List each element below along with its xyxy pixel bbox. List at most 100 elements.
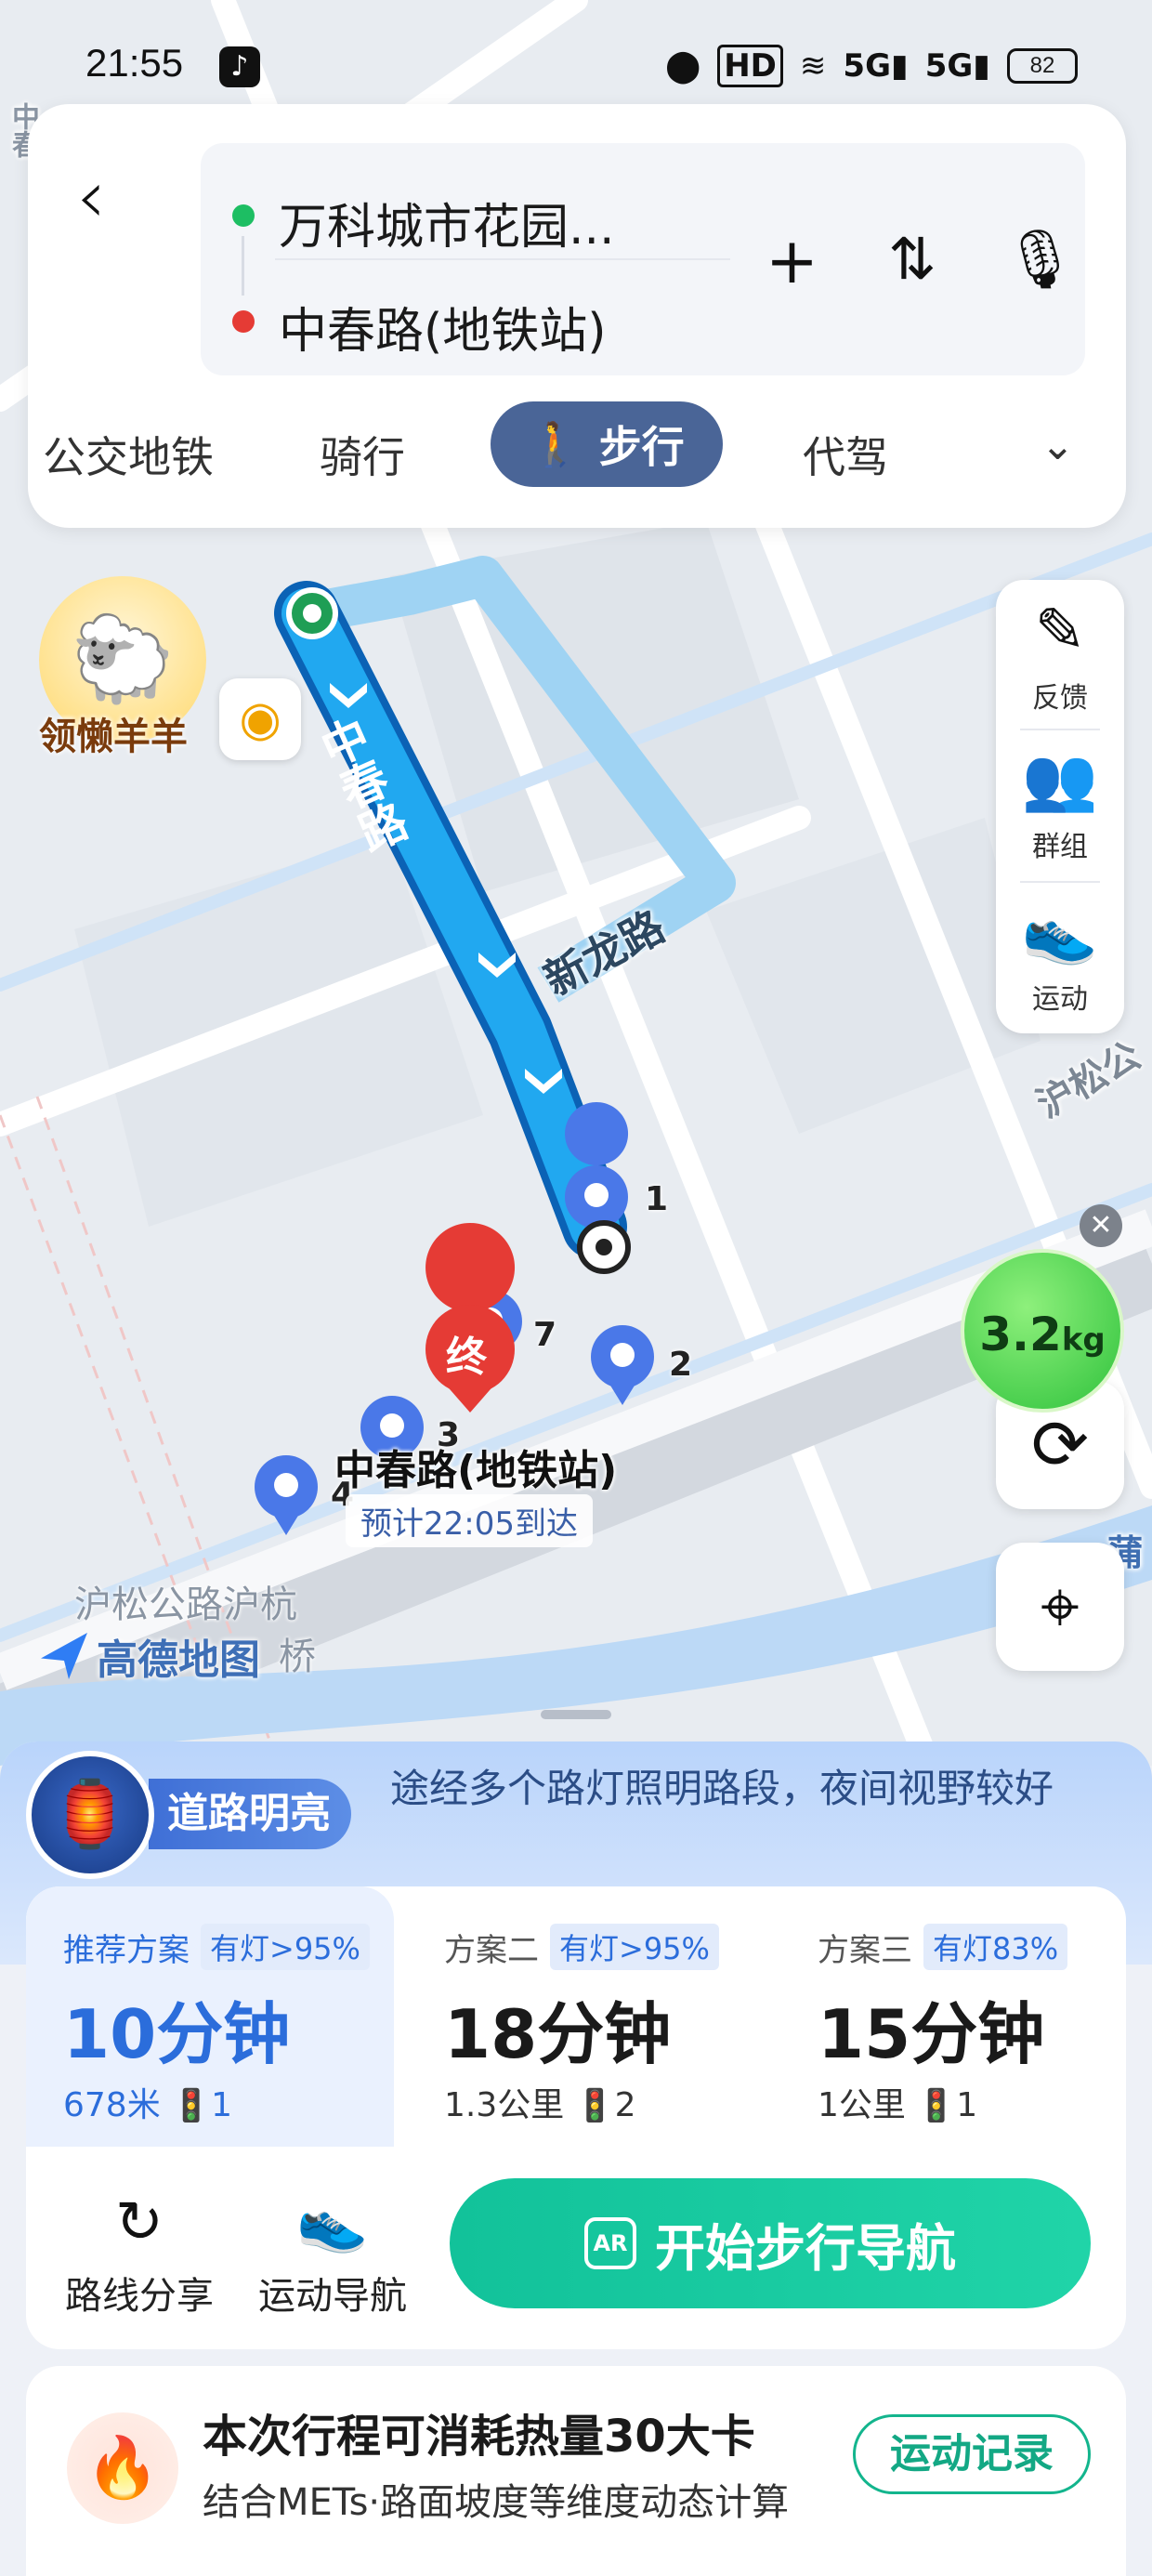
plan-name: 方案二: [444, 1931, 539, 1969]
plan-name: 推荐方案: [63, 1931, 190, 1969]
traffic-light-icon: 🚦: [916, 2087, 957, 2124]
tiktok-icon: ♪: [219, 46, 260, 87]
destination-name[interactable]: 中春路(地铁站): [334, 1437, 617, 1496]
plan-distance: 1公里: [818, 2086, 906, 2124]
route-sheet: 道路明亮 🏮 途经多个路灯照明路段，夜间视野较好 推荐方案 有灯>95% 10分…: [0, 1741, 1152, 2576]
plan-distance: 1.3公里: [444, 2086, 565, 2124]
plan-header: 推荐方案 有灯>95%: [63, 1924, 370, 1970]
walking-icon: 🚶: [529, 418, 583, 469]
amap-logo-text: 高德地图: [97, 1636, 260, 1684]
travel-mode-tabs: 公交地铁 骑行 🚶 步行 代驾 ⌄: [28, 401, 1126, 504]
destination-field[interactable]: 中春路(地铁站): [279, 292, 607, 361]
chevron-left-icon: ‹: [76, 153, 106, 240]
sport-label: 运动: [1032, 983, 1088, 1016]
start-walking-navigation-button[interactable]: AR 开始步行导航: [450, 2178, 1091, 2308]
locate-me-button[interactable]: ⌖: [996, 1543, 1124, 1671]
tab-walk-label: 步行: [598, 422, 685, 472]
sport-button[interactable]: 👟 运动: [996, 901, 1124, 1017]
bridge-label-line2: 桥: [279, 1636, 316, 1678]
feedback-label: 反馈: [1032, 682, 1088, 715]
plan-meta: 1.3公里 🚦2: [444, 2078, 636, 2126]
plan-lights: 1: [956, 2086, 978, 2124]
flame-icon: 🔥: [67, 2412, 178, 2524]
locate-icon: ⌖: [1041, 1567, 1080, 1647]
microphone-icon[interactable]: 🎙: [1003, 230, 1077, 288]
amap-logo-icon: [41, 1633, 87, 1679]
tab-transit[interactable]: 公交地铁: [43, 424, 214, 485]
eco-value: 3.2: [979, 1308, 1062, 1361]
exercise-record-button[interactable]: 运动记录: [853, 2414, 1091, 2494]
chevron-down-icon[interactable]: ⌄: [1041, 422, 1075, 469]
status-icons: ⬤ HD ≋ 5G▮ 5G▮ 82: [665, 45, 1078, 87]
swap-icon[interactable]: ⇅: [888, 230, 936, 288]
map-side-toolbar: ✎ 反馈 👥 群组 👟 运动: [996, 580, 1124, 1033]
share-icon: ↻: [115, 2188, 164, 2255]
running-shoe-icon: 👟: [1021, 896, 1099, 967]
running-shoe-icon: 👟: [296, 2188, 369, 2255]
tab-driver[interactable]: 代驾: [803, 424, 888, 485]
plan-option-1[interactable]: 推荐方案 有灯>95% 10分钟 678米 🚦1: [26, 1886, 394, 2147]
end-marker-label: 终: [446, 1334, 487, 1381]
plan-meta: 678米 🚦1: [63, 2078, 232, 2126]
calorie-subtitle: 结合METs·路面坡度等维度动态计算: [203, 2481, 790, 2524]
refresh-icon: ⟳: [1030, 1405, 1089, 1485]
route-input-box: 万科城市花园... 中春路(地铁站) + ⇅ 🎙: [201, 143, 1085, 375]
street-lamp-icon: 🏮: [26, 1751, 154, 1879]
sheet-drag-handle[interactable]: [541, 1710, 611, 1719]
plan-meta: 1公里 🚦1: [818, 2078, 977, 2126]
status-time: 21:55: [85, 41, 184, 85]
start-button-label: 开始步行导航: [655, 2218, 956, 2278]
plan-header: 方案二 有灯>95%: [444, 1924, 719, 1970]
tab-bike[interactable]: 骑行: [320, 424, 405, 485]
plan-name: 方案三: [818, 1931, 912, 1969]
lighting-title: 道路明亮: [149, 1779, 351, 1849]
tab-walk[interactable]: 🚶 步行: [491, 401, 723, 487]
group-button[interactable]: 👥 群组: [996, 749, 1124, 864]
traffic-light-icon: 🚦: [171, 2087, 212, 2124]
plan-duration: 10分钟: [63, 1995, 291, 2073]
plan-distance: 678米: [63, 2086, 161, 2124]
sport-navigation-button[interactable]: 👟 运动导航: [249, 2193, 416, 2320]
plan-duration: 15分钟: [818, 1995, 1045, 2073]
end-dot: [232, 310, 255, 333]
tool-divider: [1020, 881, 1100, 883]
bridge-label-line1: 沪松公路沪杭: [74, 1584, 297, 1626]
plan-light-tag: 有灯>95%: [550, 1924, 719, 1970]
carbon-saving-badge[interactable]: 3.2kg: [961, 1249, 1124, 1413]
location-icon: ⬤: [665, 47, 701, 85]
origin-field[interactable]: 万科城市花园...: [279, 188, 615, 257]
plan-option-2[interactable]: 方案二 有灯>95% 18分钟 1.3公里 🚦2: [407, 1886, 766, 2147]
plan-light-tag: 有灯>95%: [201, 1924, 370, 1970]
5g-signal-icon: 5G▮: [843, 47, 909, 85]
wifi-icon: ≋: [799, 47, 827, 85]
plan-duration: 18分钟: [444, 1995, 672, 2073]
lighting-description: 途经多个路灯照明路段，夜间视野较好: [390, 1766, 1054, 1811]
eta-chip: 预计22:05到达: [346, 1494, 593, 1547]
group-icon: 👥: [1021, 743, 1099, 815]
sport-navigation-label: 运动导航: [258, 2275, 407, 2318]
pen-icon: ✎: [1034, 595, 1086, 666]
battery-icon: 82: [1007, 48, 1078, 84]
5g-signal-icon-2: 5G▮: [924, 47, 990, 85]
amap-logo: 高德地图: [41, 1626, 260, 1686]
tool-divider: [1020, 729, 1100, 730]
mascot-label[interactable]: 领懒羊羊: [39, 706, 188, 760]
share-route-button[interactable]: ↻ 路线分享: [56, 2193, 223, 2320]
back-button[interactable]: ‹: [76, 160, 106, 234]
eco-close-icon[interactable]: ✕: [1080, 1204, 1122, 1247]
pin-7-label: 7: [533, 1316, 557, 1354]
calorie-title: 本次行程可消耗热量30大卡: [203, 2411, 755, 2463]
add-stop-icon[interactable]: +: [766, 230, 818, 294]
hd-icon: HD: [717, 45, 783, 87]
ar-icon: AR: [584, 2217, 636, 2269]
route-search-card: ‹ 万科城市花园... 中春路(地铁站) + ⇅ 🎙 公交地铁 骑行 🚶 步行 …: [28, 104, 1126, 528]
plan-option-3[interactable]: 方案三 有灯83% 15分钟 1公里 🚦1: [780, 1886, 1126, 2147]
calorie-card: 🔥 本次行程可消耗热量30大卡 结合METs·路面坡度等维度动态计算 运动记录: [26, 2366, 1126, 2576]
share-route-label: 路线分享: [65, 2275, 214, 2318]
plan-header: 方案三 有灯83%: [818, 1924, 1068, 1970]
coin-icon[interactable]: ◉: [219, 678, 301, 760]
pin-2-label: 2: [669, 1346, 693, 1384]
plan-lights: 1: [211, 2086, 232, 2124]
feedback-button[interactable]: ✎ 反馈: [996, 600, 1124, 716]
route-divider: [275, 258, 730, 260]
